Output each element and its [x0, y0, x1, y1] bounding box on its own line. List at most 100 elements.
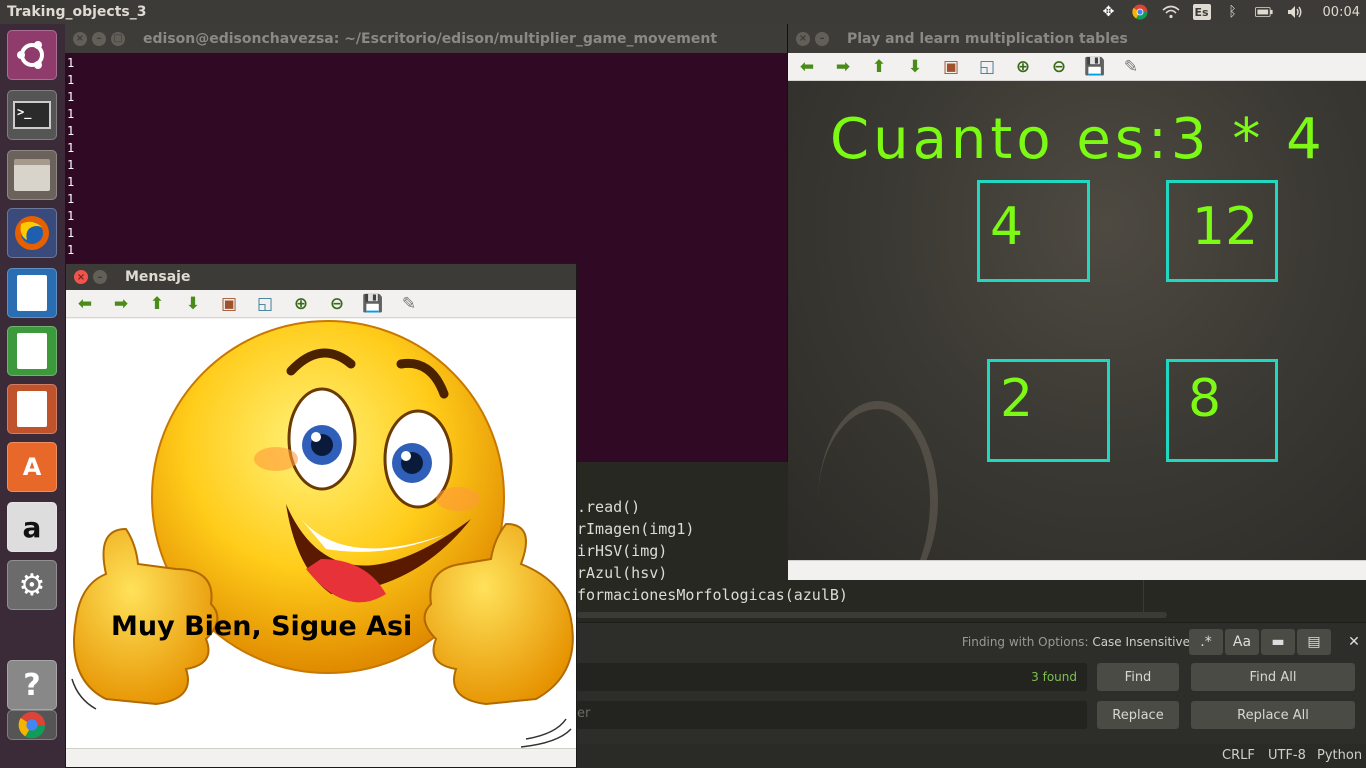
pan-left-icon[interactable]: ⬅ [794, 55, 820, 79]
close-find-icon[interactable]: ✕ [1337, 629, 1366, 655]
replace-input[interactable]: er [577, 701, 1087, 729]
pan-right-icon[interactable]: ➡ [108, 292, 134, 316]
replace-placeholder: er [577, 706, 591, 721]
save-icon[interactable]: 💾 [360, 292, 386, 316]
find-button[interactable]: Find [1097, 663, 1179, 691]
terminal-titlebar[interactable]: × – □ edison@edisonchavezsa: ~/Escritori… [65, 24, 787, 53]
clock[interactable]: 00:04 [1317, 5, 1360, 20]
save-icon[interactable]: 💾 [1082, 55, 1108, 79]
zoom-fit-icon[interactable]: ◱ [252, 292, 278, 316]
game-window[interactable]: × – Play and learn multiplication tables… [788, 24, 1366, 580]
game-titlebar[interactable]: × – Play and learn multiplication tables [788, 24, 1366, 53]
message-status-bar [66, 748, 576, 767]
zoom-out-icon[interactable]: ⊖ [324, 292, 350, 316]
line-ending-indicator[interactable]: CRLF [1222, 748, 1255, 763]
terminal-line: 1 [67, 90, 75, 104]
case-toggle[interactable]: Aa [1225, 629, 1259, 655]
terminal-line: 1 [67, 124, 75, 138]
chrome-icon[interactable] [1131, 4, 1149, 20]
find-options-label: Finding with Options: Case Insensitive [961, 635, 1190, 649]
message-image-view: Muy Bien, Sigue Asi [66, 319, 576, 749]
terminal-line: 1 [67, 158, 75, 172]
terminal-line: 1 [67, 56, 75, 70]
camera-shadow [818, 401, 938, 560]
battery-icon[interactable] [1254, 4, 1273, 20]
pan-down-icon[interactable]: ⬇ [180, 292, 206, 316]
calc-icon[interactable] [7, 326, 57, 376]
minimize-button[interactable]: – [92, 31, 106, 46]
pan-right-icon[interactable]: ➡ [830, 55, 856, 79]
zoom-out-icon[interactable]: ⊖ [1046, 55, 1072, 79]
active-app-title: Traking_objects_3 [7, 4, 147, 20]
find-options-value: Case Insensitive [1092, 635, 1190, 649]
writer-icon[interactable] [7, 268, 57, 318]
pan-up-icon[interactable]: ⬆ [144, 292, 170, 316]
terminal-line: 1 [67, 141, 75, 155]
whole-word-toggle[interactable]: ▬ [1261, 629, 1295, 655]
help-icon[interactable]: ? [7, 660, 57, 710]
pan-up-icon[interactable]: ⬆ [866, 55, 892, 79]
terminal-line: 1 [67, 226, 75, 240]
zoom-original-icon[interactable]: ▣ [216, 292, 242, 316]
firefox-icon[interactable] [7, 208, 57, 258]
regex-toggle[interactable]: .* [1189, 629, 1223, 655]
move-icon[interactable]: ✥ [1100, 4, 1118, 20]
volume-icon[interactable] [1286, 4, 1304, 20]
answer-text-4: 8 [1188, 369, 1222, 429]
message-window[interactable]: × – Mensaje ⬅ ➡ ⬆ ⬇ ▣ ◱ ⊕ ⊖ 💾 ✎ Muy Bien… [65, 263, 577, 768]
replace-button[interactable]: Replace [1097, 701, 1179, 729]
properties-icon[interactable]: ✎ [396, 292, 422, 316]
close-button[interactable]: × [73, 31, 87, 46]
terminal-line: 1 [67, 209, 75, 223]
message-window-title: Mensaje [125, 269, 191, 285]
game-window-title: Play and learn multiplication tables [847, 30, 1128, 47]
ubuntu-dash-icon[interactable] [7, 30, 57, 80]
editor-status-bar: CRLF UTF-8 Python [577, 744, 1366, 768]
zoom-in-icon[interactable]: ⊕ [288, 292, 314, 316]
terminal-line: 1 [67, 73, 75, 87]
replace-all-button[interactable]: Replace All [1191, 701, 1355, 729]
terminal-output: 1 1 1 1 1 1 1 1 1 1 1 1 [65, 53, 787, 261]
terminal-line: 1 [67, 107, 75, 121]
terminal-title: edison@edisonchavezsa: ~/Escritorio/edis… [143, 30, 718, 47]
maximize-button[interactable]: □ [111, 31, 125, 46]
close-button[interactable]: × [74, 270, 88, 284]
code-line[interactable]: formacionesMorfologicas(azulB) [577, 584, 848, 606]
wifi-icon[interactable] [1162, 4, 1180, 20]
keyboard-layout-indicator[interactable]: Es [1192, 4, 1211, 20]
minimize-button[interactable]: – [93, 270, 107, 284]
pan-down-icon[interactable]: ⬇ [902, 55, 928, 79]
message-titlebar[interactable]: × – Mensaje [66, 264, 576, 290]
zoom-fit-icon[interactable]: ◱ [974, 55, 1000, 79]
terminal-line: 1 [67, 243, 75, 257]
zoom-original-icon[interactable]: ▣ [938, 55, 964, 79]
amazon-icon[interactable]: a [7, 502, 57, 552]
find-all-button[interactable]: Find All [1191, 663, 1355, 691]
terminal-line: 1 [67, 192, 75, 206]
pan-left-icon[interactable]: ⬅ [72, 292, 98, 316]
minimize-button[interactable]: – [815, 31, 829, 46]
properties-icon[interactable]: ✎ [1118, 55, 1144, 79]
system-settings-icon[interactable]: ⚙ [7, 560, 57, 610]
found-count: 3 found [1031, 670, 1077, 684]
horizontal-scrollbar[interactable] [577, 612, 1167, 618]
chrome-launcher-icon[interactable] [7, 710, 57, 740]
top-panel: Traking_objects_3 ✥ Es ᛒ 00:04 [0, 0, 1366, 24]
game-status-bar [788, 560, 1366, 580]
software-center-icon[interactable]: A [7, 442, 57, 492]
happy-emoji-thumbs-up-icon [71, 320, 574, 748]
impress-icon[interactable] [7, 384, 57, 434]
find-input[interactable]: 3 found [577, 663, 1087, 691]
in-selection-toggle[interactable]: ▤ [1297, 629, 1331, 655]
close-button[interactable]: × [796, 31, 810, 46]
terminal-icon[interactable]: >_ [7, 90, 57, 140]
syntax-indicator[interactable]: Python [1317, 748, 1362, 763]
bluetooth-icon[interactable]: ᛒ [1224, 4, 1242, 20]
zoom-in-icon[interactable]: ⊕ [1010, 55, 1036, 79]
encoding-indicator[interactable]: UTF-8 [1268, 748, 1306, 763]
camera-view[interactable]: Cuanto es:3 * 4 4 12 2 8 [788, 81, 1366, 560]
launcher: >_ A a ⚙ ? [0, 24, 65, 768]
file-manager-icon[interactable] [7, 150, 57, 200]
editor-ruler [1143, 580, 1144, 612]
answer-text-3: 2 [1000, 369, 1034, 429]
